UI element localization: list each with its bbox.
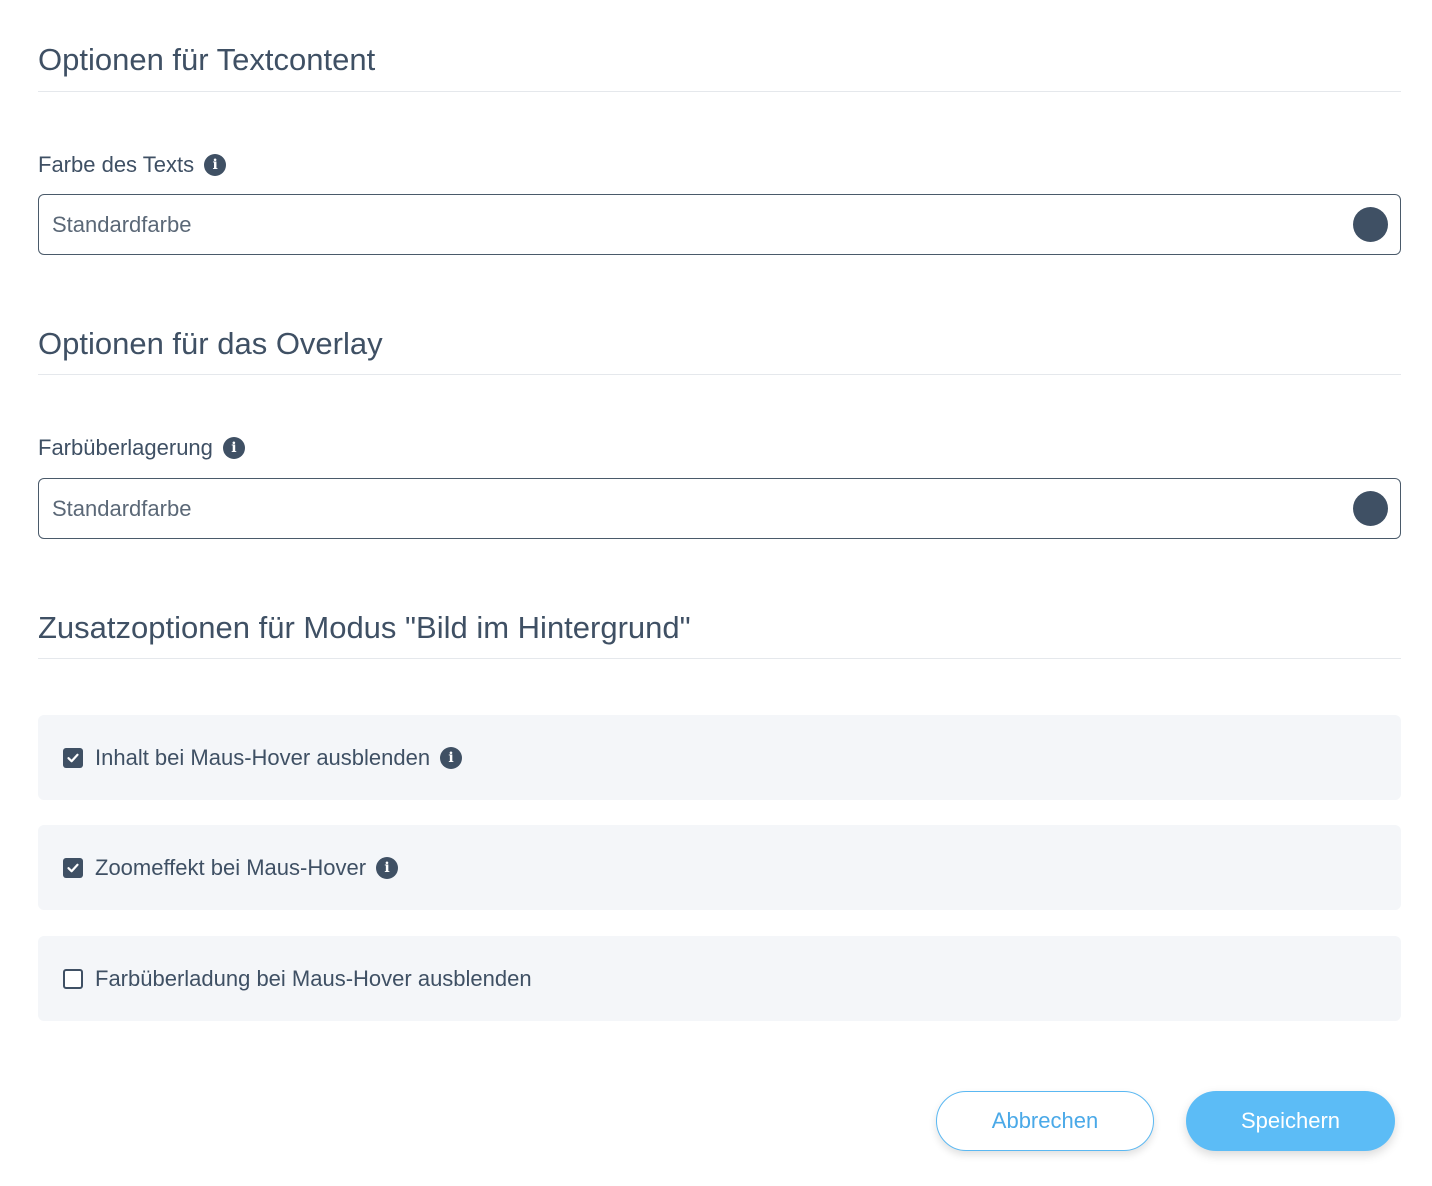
overlay-color-picker[interactable]: Standardfarbe [38,478,1401,539]
section-divider [38,91,1401,92]
section-title-overlay: Optionen für das Overlay [38,326,383,361]
info-icon[interactable]: i [222,437,245,459]
text-color-picker[interactable]: Standardfarbe [38,194,1401,255]
section-title-background-mode: Zusatzoptionen für Modus "Bild im Hinter… [38,610,691,645]
checkbox[interactable] [63,857,83,878]
save-button[interactable]: Speichern [1186,1091,1395,1151]
option-hide-content-on-hover[interactable]: Inhalt bei Maus-Hover ausblenden i [38,715,1401,800]
text-color-label: Farbe des Texts [38,152,195,177]
section-title-text-content: Optionen für Textcontent [38,42,376,77]
checkmark-icon [67,753,79,762]
checkbox[interactable] [63,747,83,768]
section-text-content: Optionen für Textcontent [38,40,1401,92]
option-hide-color-overlay-on-hover[interactable]: Farbüberladung bei Maus-Hover ausblenden… [38,936,1401,1021]
option-label: Zoomeffekt bei Maus-Hover [95,854,367,880]
section-background-mode: Zusatzoptionen für Modus "Bild im Hinter… [38,608,1401,659]
info-icon[interactable]: i [440,746,463,769]
section-divider [38,658,1401,659]
option-zoom-effect-on-hover[interactable]: Zoomeffekt bei Maus-Hover i [38,825,1401,910]
section-divider [38,374,1401,375]
cancel-button[interactable]: Abbrechen [936,1091,1154,1151]
color-swatch[interactable] [1353,207,1388,242]
info-icon[interactable]: i [204,154,227,176]
field-label-overlay-color: Farbüberlagerung i [38,434,245,462]
section-overlay: Optionen für das Overlay [38,324,1401,375]
field-label-text-color: Farbe des Texts i [38,151,227,179]
checkbox[interactable] [63,968,83,989]
color-swatch[interactable] [1353,491,1388,526]
checkmark-icon [67,863,79,872]
overlay-color-value: Standardfarbe [52,496,192,521]
option-label: Inhalt bei Maus-Hover ausblenden [95,744,431,770]
option-label: Farbüberladung bei Maus-Hover ausblenden [95,965,532,991]
text-color-value: Standardfarbe [52,212,192,237]
overlay-color-label: Farbüberlagerung [38,435,213,460]
info-icon[interactable]: i [376,856,399,879]
